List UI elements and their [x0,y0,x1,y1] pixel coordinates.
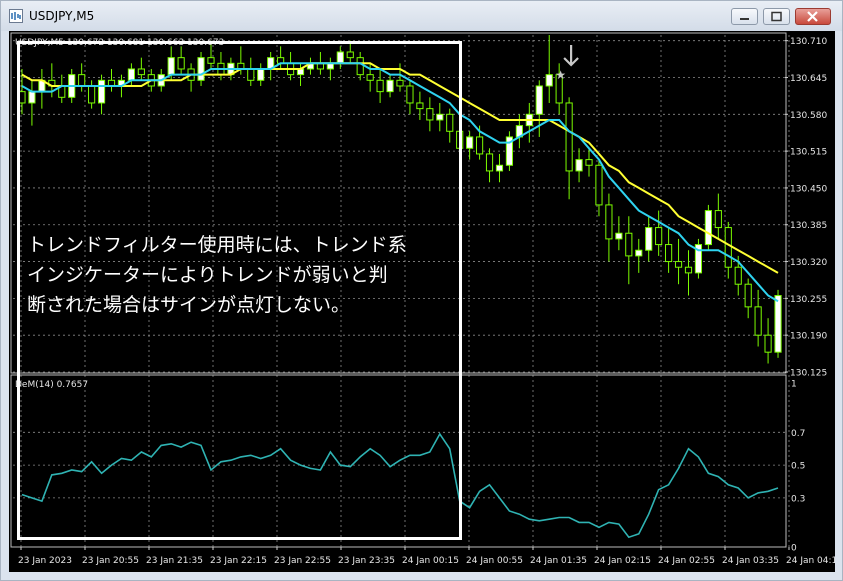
bull-candle-body [645,227,653,251]
bull-candle-body [615,232,623,240]
time-tick-label: 23 Jan 20:55 [82,556,139,566]
annotation-line: トレンドフィルター使用時には、トレンド系 [27,234,407,256]
annotation-text: トレンドフィルター使用時には、トレンド系 インジケーターによりトレンドが弱いと判… [27,230,447,320]
time-tick-label: 23 Jan 2023 [18,556,72,566]
close-icon [807,11,818,22]
bear-candle-body [476,136,484,155]
minimize-icon [740,18,749,20]
price-tick-label: 130.190 [790,332,827,342]
time-tick-label: 24 Jan 02:55 [658,556,715,566]
candle [694,238,703,279]
bear-candle-body [605,204,613,240]
annotation-line: 断された場合はサインが点灯しない。 [27,294,351,316]
bear-candle-body [585,159,593,166]
chart-window: USDJPY,M5 ★ 130.710 130.645 130.580 130.515… [0,0,843,581]
time-tick-label: 24 Jan 02:15 [594,556,651,566]
bear-candle-body [684,266,693,274]
bear-candle-body [665,244,673,263]
time-tick-label: 23 Jan 22:55 [274,556,331,566]
dem-tick-label: 1 [791,380,797,390]
price-tick-label: 130.450 [790,184,827,194]
signal-star-icon: ★ [555,68,566,82]
chart-window-icon [9,9,23,23]
bull-candle-body [635,249,643,257]
price-tick-label: 130.515 [790,148,827,158]
price-tick-label: 130.255 [790,295,827,305]
annotation-line: インジケーターによりトレンドが弱いと判 [27,264,388,286]
price-tick-label: 130.125 [790,369,827,379]
maximize-button[interactable] [763,8,790,25]
close-button[interactable] [795,8,831,25]
bear-candle-body [764,334,772,353]
bull-candle-body [545,74,553,87]
bull-candle-body [774,295,782,353]
price-tick-label: 130.645 [790,74,827,84]
bear-candle-body [674,261,683,268]
bear-candle-body [724,227,732,268]
time-tick-label: 24 Jan 00:15 [402,556,459,566]
bear-candle-body [655,227,663,246]
price-tick-label: 130.320 [790,258,827,268]
time-tick-label: 23 Jan 22:15 [210,556,267,566]
bear-candle-body [485,153,494,172]
time-tick-label: 24 Jan 04:15 [786,556,835,566]
bear-candle-body [714,210,722,229]
bull-candle-body [466,136,474,149]
bear-candle-body [595,164,603,206]
bull-candle-body [704,210,712,246]
time-tick-label: 24 Jan 03:35 [722,556,779,566]
bull-candle-body [575,159,583,172]
bear-candle-body [625,232,633,257]
maximize-icon [771,11,782,22]
window-title: USDJPY,M5 [29,9,95,23]
candle [505,131,514,171]
time-tick-label: 23 Jan 21:35 [146,556,203,566]
price-tick-label: 130.385 [790,221,827,231]
dem-tick-label: 0.3 [791,494,805,504]
bear-candle-body [754,306,762,336]
dem-tick-label: 0.7 [791,429,805,439]
price-tick-label: 130.580 [790,111,827,121]
time-tick-label: 23 Jan 23:35 [338,556,395,566]
bear-candle-body [744,283,752,308]
bear-candle-body [734,266,742,285]
title-bar[interactable]: USDJPY,M5 [1,1,842,31]
time-tick-label: 24 Jan 00:55 [466,556,523,566]
bull-candle-body [495,164,504,172]
bull-candle-body [535,85,543,115]
dem-tick-label: 0 [791,544,797,554]
bear-candle-body [565,102,573,172]
price-tick-label: 130.710 [790,37,827,47]
minimize-button[interactable] [731,8,758,25]
time-tick-label: 24 Jan 01:35 [530,556,587,566]
candle [704,204,712,251]
dem-tick-label: 0.5 [791,462,805,472]
chart-area[interactable]: ★ 130.710 130.645 130.580 130.515 130.450 130… [9,31,835,572]
